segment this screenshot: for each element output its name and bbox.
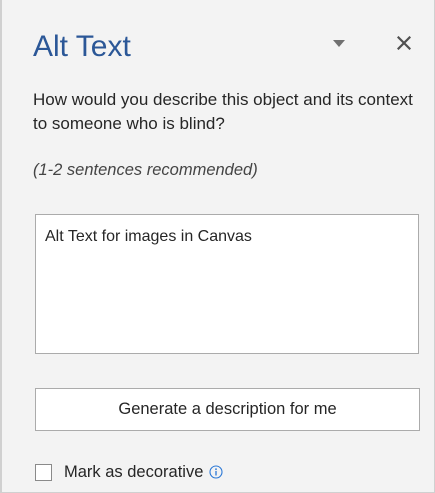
generate-description-button[interactable]: Generate a description for me [35,388,420,431]
pane-title: Alt Text [33,30,131,63]
sentence-recommendation: (1-2 sentences recommended) [33,161,258,179]
alt-text-field-container [35,214,419,354]
alt-text-input[interactable] [45,226,409,342]
caret-down-icon [333,40,345,47]
mark-decorative-label: Mark as decorative [64,463,204,481]
alt-text-pane: Alt Text How would you describe this obj… [0,0,435,493]
pane-options-button[interactable] [325,30,353,58]
mark-decorative-checkbox[interactable] [35,463,52,481]
close-icon [397,36,411,50]
description-prompt: How would you describe this object and i… [33,90,413,133]
close-button[interactable] [390,29,418,57]
info-icon[interactable] [209,465,223,479]
mark-decorative-row: Mark as decorative [35,461,223,483]
